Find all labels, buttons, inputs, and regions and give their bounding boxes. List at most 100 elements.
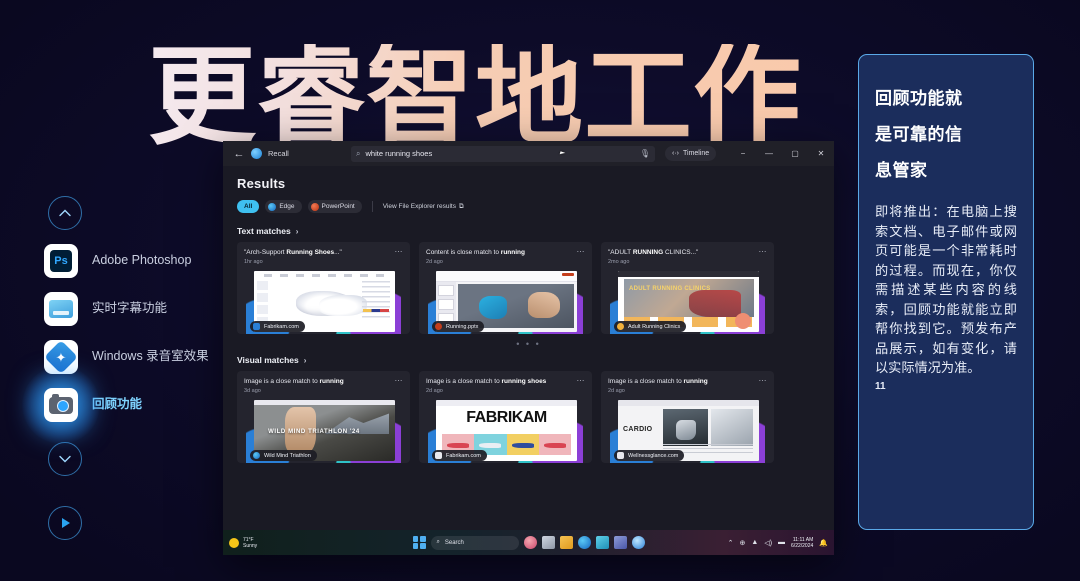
weather-description: Sunny: [243, 542, 258, 549]
card-title: Content is close match to running: [426, 249, 525, 256]
window-controls: − — ▢ ✕: [730, 141, 834, 166]
windows-studio-effects-icon: ✦: [44, 340, 78, 374]
filter-chip-edge[interactable]: Edge: [265, 200, 302, 213]
results-heading: Results: [237, 176, 286, 191]
result-card[interactable]: ⋯ Image is a close match to running 2d a…: [601, 371, 774, 463]
volume-icon[interactable]: ◁): [764, 539, 772, 547]
card-thumbnail: Running.pptx: [428, 269, 583, 334]
card-source-pill: Running.pptx: [432, 321, 485, 332]
carousel-pager[interactable]: • • •: [237, 339, 820, 349]
source-icon: [435, 323, 442, 330]
card-source-label: Fabrikam.com: [446, 452, 481, 459]
results-content: Results All Edge PowerPoint View File Ex…: [223, 166, 834, 530]
card-source-label: Adult Running Clinics: [628, 323, 681, 330]
live-captions-icon: [44, 292, 78, 326]
recall-icon[interactable]: [631, 536, 645, 549]
card-timestamp: 2d ago: [426, 259, 443, 265]
network-icon[interactable]: ⊕: [740, 539, 746, 547]
panel-body-text: 即将推出：在电脑上搜索文档、电子邮件或网页可能是一个非常耗时的过程。而现在，你仅…: [875, 205, 1017, 376]
search-value: white running shoes: [365, 149, 433, 158]
section-label: Visual matches: [237, 355, 299, 365]
card-source-pill: Adult Running Clinics: [614, 321, 687, 332]
chevron-right-icon: ›: [295, 226, 299, 236]
recall-window: ← Recall ⌕ white running shoes 🎙 ‹·› Tim…: [223, 141, 834, 555]
card-source-pill: Fabrikam.com: [432, 450, 487, 461]
timeline-icon: ‹·›: [672, 150, 679, 157]
microphone-icon[interactable]: 🎙: [640, 149, 650, 158]
windows-start-icon[interactable]: [412, 536, 426, 549]
play-button[interactable]: [48, 506, 82, 540]
show-hidden-icons-icon[interactable]: ⌃: [728, 539, 734, 547]
timeline-button[interactable]: ‹·› Timeline: [665, 146, 717, 161]
close-button[interactable]: ✕: [808, 149, 834, 158]
card-timestamp: 1hr ago: [244, 259, 263, 265]
section-label: Text matches: [237, 226, 291, 236]
sidebar-item-recall[interactable]: 回顾功能: [22, 366, 224, 444]
file-explorer-icon[interactable]: [559, 536, 573, 549]
sidebar-item-windows-studio-effects[interactable]: ✦ Windows 录音室效果: [44, 340, 224, 374]
filter-chip-powerpoint[interactable]: PowerPoint: [307, 200, 362, 213]
card-source-label: Wild Mind Triathlon: [264, 452, 311, 459]
panel-title-line-1: 回顾功能就: [875, 89, 963, 109]
card-thumbnail: ADULT RUNNING CLINICS Adult Running Clin…: [610, 269, 765, 334]
card-timestamp: 2mo ago: [608, 259, 630, 265]
taskbar-search-box[interactable]: ⌕ Search: [430, 535, 519, 550]
view-file-explorer-results-link[interactable]: View File Explorer results ⧉: [383, 203, 464, 211]
clock-date: 6/22/2024: [791, 542, 814, 549]
result-card[interactable]: ⋯ "Arch-Support Running Shoes..." 1hr ag…: [237, 242, 410, 334]
result-card[interactable]: ⋯ "ADULT RUNNING CLINICS..." 2mo ago ADU…: [601, 242, 774, 334]
chip-label: PowerPoint: [321, 203, 355, 210]
text-match-cards: ⋯ "Arch-Support Running Shoes..." 1hr ag…: [237, 242, 820, 334]
edge-icon: [268, 202, 277, 211]
chevron-right-icon: ›: [303, 355, 307, 365]
restore-button[interactable]: —: [756, 149, 782, 158]
result-card[interactable]: ⋯ Image is a close match to running shoe…: [419, 371, 592, 463]
minimize-button[interactable]: −: [730, 149, 756, 158]
edge-icon[interactable]: [577, 536, 591, 549]
card-source-label: Wellnessglance.com: [628, 452, 679, 459]
powerpoint-icon: [310, 202, 319, 211]
section-heading-visual-matches[interactable]: Visual matches ›: [237, 355, 820, 365]
overflow-menu-icon[interactable]: ⋯: [759, 376, 768, 385]
card-thumbnail: WILD MIND TRIATHLON '24 Wild Mind Triath…: [246, 398, 401, 463]
microsoft-store-icon[interactable]: [595, 536, 609, 549]
card-source-label: Running.pptx: [446, 323, 479, 330]
filter-chips: All Edge PowerPoint View File Explorer r…: [237, 200, 820, 213]
back-arrow-icon[interactable]: ←: [231, 148, 247, 160]
card-thumbnail: CARDIO Wellnessglance.com: [610, 398, 765, 463]
overflow-menu-icon[interactable]: ⋯: [395, 247, 404, 256]
search-icon: ⌕: [436, 539, 440, 545]
result-card[interactable]: ⋯ Content is close match to running 2d a…: [419, 242, 592, 334]
windows-taskbar: 71°F Sunny ⌕ Search ⌃ ⊕ ▲ ◁) ▬ 11:11 AM …: [223, 530, 834, 555]
maximize-button[interactable]: ▢: [782, 149, 808, 158]
sidebar-item-adobe-photoshop[interactable]: Ps Adobe Photoshop: [44, 244, 224, 278]
battery-icon[interactable]: ▬: [778, 539, 785, 546]
weather-widget[interactable]: 71°F Sunny: [229, 537, 257, 549]
result-card[interactable]: ⋯ Image is a close match to running 3d a…: [237, 371, 410, 463]
overflow-menu-icon[interactable]: ⋯: [759, 247, 768, 256]
copilot-icon[interactable]: [523, 536, 537, 549]
card-source-pill: Wellnessglance.com: [614, 450, 685, 461]
card-source-pill: Fabrikam.com: [250, 321, 305, 332]
scroll-down-button[interactable]: [48, 442, 82, 476]
card-title: Image is a close match to running shoes: [426, 378, 547, 385]
overflow-menu-icon[interactable]: ⋯: [395, 376, 404, 385]
source-icon: [435, 452, 442, 459]
scroll-up-button[interactable]: [48, 196, 82, 230]
wifi-icon[interactable]: ▲: [751, 539, 758, 546]
section-heading-text-matches[interactable]: Text matches ›: [237, 226, 820, 236]
overflow-menu-icon[interactable]: ⋯: [577, 376, 586, 385]
filter-chip-all[interactable]: All: [237, 200, 260, 213]
timeline-label: Timeline: [683, 150, 710, 157]
card-title: "ADULT RUNNING CLINICS...": [608, 249, 699, 256]
card-thumbnail: Fabrikam.com: [246, 269, 401, 334]
card-timestamp: 2d ago: [608, 388, 625, 394]
teams-icon[interactable]: [613, 536, 627, 549]
sidebar-item-live-captions[interactable]: 实时字幕功能: [44, 292, 224, 326]
card-title: Image is a close match to running: [244, 378, 344, 385]
task-view-icon[interactable]: [541, 536, 555, 549]
search-input[interactable]: ⌕ white running shoes 🎙: [351, 145, 655, 162]
taskbar-clock[interactable]: 11:11 AM 6/22/2024: [791, 537, 813, 549]
notification-bell-icon[interactable]: 🔔: [819, 539, 828, 547]
overflow-menu-icon[interactable]: ⋯: [577, 247, 586, 256]
